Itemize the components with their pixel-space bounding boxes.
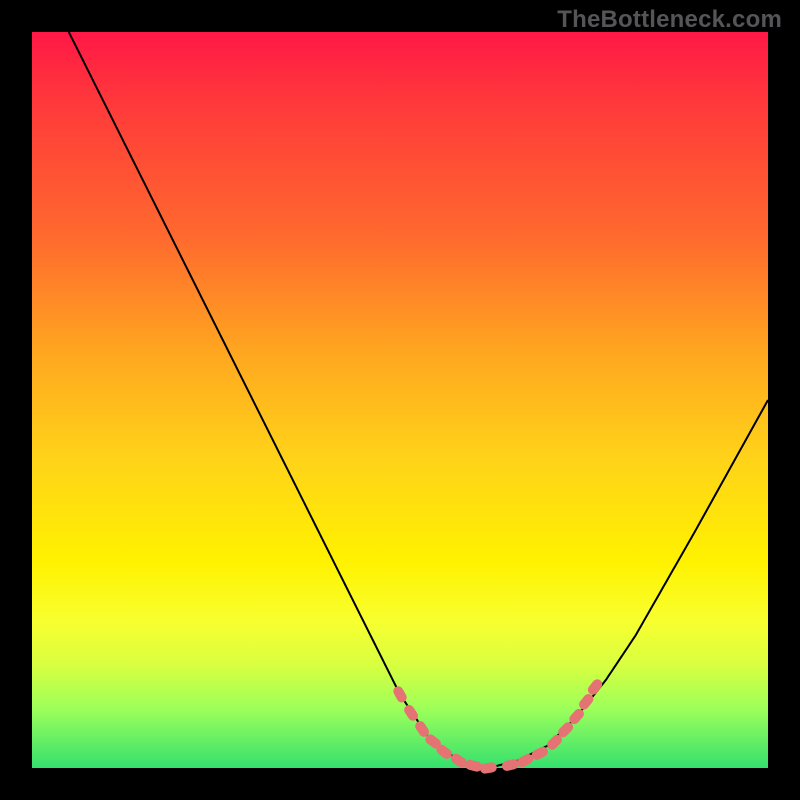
curve-markers — [391, 677, 604, 774]
curve-marker — [586, 677, 604, 697]
curve-marker — [391, 685, 408, 705]
curve-marker — [464, 759, 483, 773]
watermark-text: TheBottleneck.com — [557, 6, 782, 34]
bottleneck-curve — [69, 32, 768, 768]
curve-marker — [479, 762, 497, 775]
plot-area — [32, 32, 768, 768]
chart-svg — [32, 32, 768, 768]
chart-frame: TheBottleneck.com — [0, 0, 800, 800]
